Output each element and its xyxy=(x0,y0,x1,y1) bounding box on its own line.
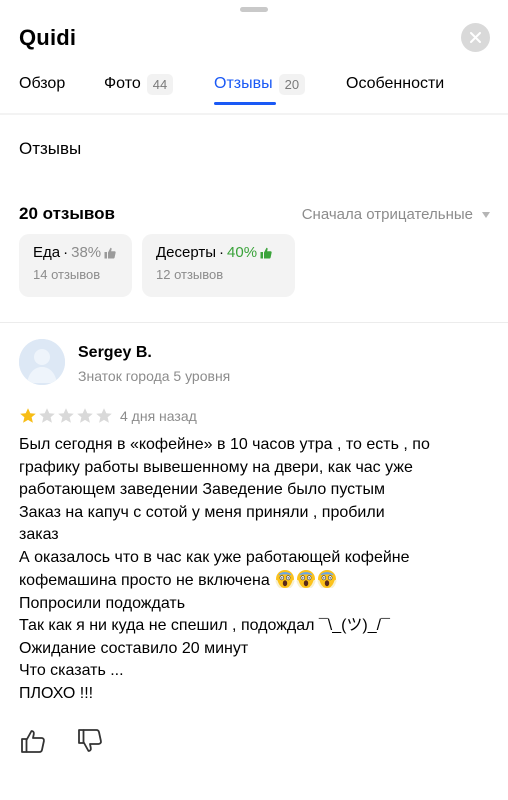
divider xyxy=(0,113,508,115)
aspect-chip-desserts[interactable]: Десерты · 40% 12 отзывов xyxy=(142,234,295,297)
aspect-percent: 38% xyxy=(71,244,102,261)
aspect-name: Еда xyxy=(33,244,61,261)
tab-label: Отзывы xyxy=(214,75,273,92)
review-line: работающем заведении Заведение было пуст… xyxy=(19,481,385,498)
tab-label: Обзор xyxy=(19,75,66,92)
sheet-grabber[interactable] xyxy=(240,7,268,12)
emoji-group xyxy=(274,570,337,589)
star-empty-icon xyxy=(77,408,93,423)
reviews-header: 20 отзывов Сначала отрицательные xyxy=(0,204,508,228)
aspect-review-count: 12 отзывов xyxy=(156,267,224,282)
aspect-separator: · xyxy=(219,244,225,261)
thumbs-up-icon xyxy=(104,247,116,258)
aspect-separator: · xyxy=(63,244,69,261)
review-line: А оказалось что в час как уже работающей… xyxy=(19,548,410,566)
place-title: Quidi xyxy=(19,25,77,50)
close-icon xyxy=(470,32,481,43)
star-empty-icon xyxy=(58,408,74,423)
sort-value: Сначала отрицательные xyxy=(301,206,473,223)
tab-count-badge: 20 xyxy=(278,73,306,95)
review-line: Что сказать ... xyxy=(19,662,124,679)
screaming-face-emoji-icon xyxy=(317,570,337,589)
review-line: ПЛОХО !!! xyxy=(19,684,94,702)
review-line: Так как я ни куда не спешил , подождал ¯… xyxy=(19,617,390,634)
review-line: заказ xyxy=(19,526,59,543)
screaming-face-emoji-icon xyxy=(275,570,295,589)
review-line: Попросили подождать xyxy=(19,594,186,612)
avatar[interactable] xyxy=(19,339,65,385)
avatar-placeholder-icon xyxy=(19,339,65,385)
aspect-review-count: 14 отзывов xyxy=(33,267,101,282)
star-filled-icon xyxy=(20,408,36,423)
active-tab-indicator xyxy=(214,102,276,105)
thumbs-up-icon[interactable] xyxy=(20,728,46,754)
tab-count-badge: 44 xyxy=(146,73,174,95)
header: Quidi xyxy=(0,18,508,58)
caret-down-icon xyxy=(482,211,490,218)
author-level: Знаток города 5 уровня xyxy=(78,368,231,384)
divider xyxy=(0,322,508,323)
review-line: графику работы вывешенному на двери, как… xyxy=(19,458,413,476)
screaming-face-emoji-icon xyxy=(296,570,316,589)
aspect-name: Десерты xyxy=(156,244,217,261)
tab-features[interactable]: Особенности xyxy=(346,72,444,96)
section-title: Отзывы xyxy=(19,139,82,158)
review-line: кофемашина просто не включена xyxy=(19,572,270,589)
review-rating: 4 дня назад xyxy=(19,406,197,426)
review-line: Был сегодня в «кофейне» в 10 часов утра … xyxy=(19,436,430,453)
tab-bar: Обзор Фото 44 Отзывы 20 Особенности xyxy=(0,68,508,108)
thumbs-up-icon xyxy=(260,247,272,258)
close-button[interactable] xyxy=(461,23,490,52)
review-author[interactable]: Sergey B. xyxy=(78,344,152,362)
tab-reviews[interactable]: Отзывы 20 xyxy=(214,72,306,96)
review-line-with-emoji: кофемашина просто не включена xyxy=(19,569,494,593)
tab-label: Особенности xyxy=(346,75,445,92)
aspect-chip-food[interactable]: Еда · 38% 14 отзывов xyxy=(19,234,132,297)
tab-photos[interactable]: Фото 44 xyxy=(104,72,174,96)
aspect-percent: 40% xyxy=(227,244,258,261)
review-line: Ожидание составило 20 минут xyxy=(19,639,249,657)
sort-dropdown[interactable]: Сначала отрицательные xyxy=(302,206,490,223)
tab-overview[interactable]: Обзор xyxy=(19,72,65,96)
reviews-count: 20 отзывов xyxy=(19,204,115,223)
star-rating xyxy=(19,407,114,425)
thumbs-down-icon[interactable] xyxy=(77,728,103,754)
star-empty-icon xyxy=(39,408,55,423)
tab-label: Фото xyxy=(104,75,141,92)
review-line: Заказ на капуч с сотой у меня приняли , … xyxy=(19,503,385,521)
review-date: 4 дня назад xyxy=(120,408,197,424)
review-text: Был сегодня в «кофейне» в 10 часов утра … xyxy=(19,434,494,705)
star-empty-icon xyxy=(96,408,112,423)
